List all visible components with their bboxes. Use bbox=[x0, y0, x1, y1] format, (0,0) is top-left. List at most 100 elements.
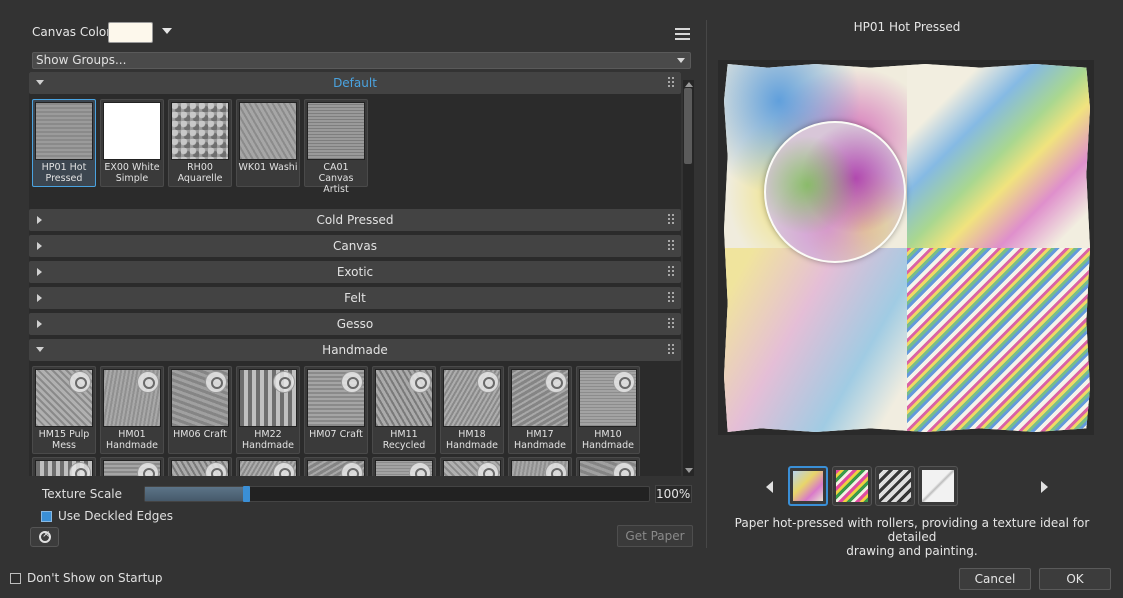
magnifier-lens[interactable] bbox=[764, 121, 906, 263]
drag-grip-icon[interactable] bbox=[668, 266, 676, 278]
sample-image bbox=[922, 470, 954, 502]
download-badge-icon bbox=[137, 371, 159, 393]
drag-grip-icon[interactable] bbox=[668, 214, 676, 226]
paper-caption: HM07 Craft bbox=[305, 429, 367, 440]
next-sample-icon[interactable] bbox=[1041, 481, 1048, 493]
paper-preview-image bbox=[724, 64, 1090, 432]
download-badge-icon bbox=[341, 371, 363, 393]
show-groups-dropdown[interactable]: Show Groups... bbox=[32, 52, 691, 69]
preview-quadrant-ink bbox=[907, 64, 1090, 248]
paper-thumb-handmade-next[interactable] bbox=[32, 457, 96, 476]
canvas-color-label: Canvas Color bbox=[32, 25, 112, 39]
paper-texture-image bbox=[35, 102, 93, 160]
paper-caption: HM15 Pulp Mess bbox=[33, 429, 95, 451]
paper-thumb-ex00[interactable]: EX00 White Simple bbox=[100, 99, 164, 187]
paper-thumb-handmade-next[interactable] bbox=[304, 457, 368, 476]
download-badge-icon bbox=[477, 371, 499, 393]
paper-thumb-handmade[interactable]: HM18Handmade ... bbox=[440, 366, 504, 462]
group-header-cold-pressed[interactable]: Cold Pressed bbox=[29, 209, 681, 231]
paper-thumb-handmade-next[interactable] bbox=[168, 457, 232, 476]
paper-thumb-handmade-next[interactable] bbox=[372, 457, 436, 476]
preview-quadrant-pastel bbox=[724, 248, 907, 432]
paper-thumb-handmade[interactable]: HM22 Handmade bbox=[236, 366, 300, 454]
paper-texture-image bbox=[307, 102, 365, 160]
canvas-color-swatch[interactable] bbox=[108, 22, 153, 43]
paper-thumb-handmade-next[interactable] bbox=[508, 457, 572, 476]
texture-scale-value[interactable]: 100% bbox=[655, 485, 692, 503]
group-label: Gesso bbox=[336, 317, 374, 331]
hamburger-menu-icon[interactable] bbox=[675, 28, 690, 40]
paper-name: HM22 bbox=[254, 429, 282, 440]
paper-thumb-handmade[interactable]: HM11 Recycled bbox=[372, 366, 436, 454]
paper-thumb-handmade-next[interactable] bbox=[440, 457, 504, 476]
drag-grip-icon[interactable] bbox=[668, 77, 676, 89]
paper-thumb-handmade-next[interactable] bbox=[100, 457, 164, 476]
drag-grip-icon[interactable] bbox=[668, 318, 676, 330]
paper-thumb-handmade[interactable]: HM06 Craft bbox=[168, 366, 232, 454]
paper-list: Default HP01 Hot Pressed EX00 White Simple… bbox=[29, 72, 681, 476]
group-header-gesso[interactable]: Gesso bbox=[29, 313, 681, 335]
group-header-exotic[interactable]: Exotic bbox=[29, 261, 681, 283]
group-header-felt[interactable]: Felt bbox=[29, 287, 681, 309]
paper-name: RH00 bbox=[187, 162, 213, 173]
paper-thumb-handmade[interactable]: HM17Handmade ... bbox=[508, 366, 572, 462]
sample-thumb-ink[interactable] bbox=[832, 466, 872, 506]
paper-thumb-ca01[interactable]: CA01 Canvas Artist bbox=[304, 99, 368, 195]
scrollbar-thumb[interactable] bbox=[684, 88, 692, 164]
sample-thumb-watercolor[interactable] bbox=[788, 466, 828, 506]
scroll-up-icon[interactable] bbox=[685, 82, 693, 87]
sample-thumb-blank[interactable] bbox=[918, 466, 958, 506]
paper-name: Simple bbox=[115, 173, 149, 184]
drag-grip-icon[interactable] bbox=[668, 344, 676, 356]
paper-name: Pressed bbox=[45, 173, 83, 184]
paper-name: CA01 Canvas bbox=[318, 162, 354, 184]
drag-grip-icon[interactable] bbox=[668, 240, 676, 252]
preview-quadrant-crayon bbox=[907, 248, 1090, 432]
paper-caption: HM06 Craft bbox=[169, 429, 231, 440]
sample-thumb-pencil[interactable] bbox=[875, 466, 915, 506]
paper-thumb-handmade[interactable]: HM10 Handmade bbox=[576, 366, 640, 454]
description-line: drawing and painting. bbox=[846, 544, 978, 558]
paper-name: HM17 bbox=[526, 429, 554, 440]
paper-thumb-handmade-next[interactable] bbox=[576, 457, 640, 476]
chevron-down-icon[interactable] bbox=[162, 28, 172, 34]
group-header-canvas[interactable]: Canvas bbox=[29, 235, 681, 257]
paper-name: HM15 Pulp bbox=[38, 429, 90, 440]
previous-sample-icon[interactable] bbox=[766, 481, 773, 493]
cancel-button[interactable]: Cancel bbox=[959, 568, 1031, 590]
paper-thumb-handmade[interactable]: HM15 Pulp Mess bbox=[32, 366, 96, 454]
scroll-down-icon[interactable] bbox=[685, 468, 693, 473]
paper-thumb-wk01[interactable]: WK01 Washi bbox=[236, 99, 300, 187]
paper-thumb-handmade[interactable]: HM07 Craft bbox=[304, 366, 368, 454]
paper-name: HM11 bbox=[390, 429, 418, 440]
dont-show-checkbox[interactable] bbox=[10, 573, 21, 584]
sample-image bbox=[879, 470, 911, 502]
group-label: Handmade bbox=[322, 343, 388, 357]
paper-thumb-hp01[interactable]: HP01 Hot Pressed bbox=[32, 99, 96, 187]
group-header-default[interactable]: Default bbox=[29, 72, 681, 94]
download-badge-icon bbox=[545, 371, 567, 393]
paper-name: Aquarelle bbox=[177, 173, 223, 184]
paper-caption: HM11 Recycled bbox=[373, 429, 435, 451]
paper-thumb-rh00[interactable]: RH00 Aquarelle bbox=[168, 99, 232, 187]
deckled-edges-label: Use Deckled Edges bbox=[58, 509, 174, 523]
texture-scale-handle[interactable] bbox=[243, 486, 250, 502]
paper-caption: HM22 Handmade bbox=[237, 429, 299, 451]
chevron-down-icon bbox=[677, 58, 685, 63]
group-header-handmade[interactable]: Handmade bbox=[29, 339, 681, 361]
paper-name: Handmade bbox=[582, 440, 634, 451]
download-badge-icon bbox=[273, 371, 295, 393]
paper-description: Paper hot-pressed with rollers, providin… bbox=[712, 516, 1112, 558]
ok-button[interactable]: OK bbox=[1039, 568, 1111, 590]
download-badge-icon bbox=[205, 371, 227, 393]
reset-button[interactable] bbox=[30, 527, 59, 547]
deckled-edges-checkbox[interactable] bbox=[41, 511, 52, 522]
drag-grip-icon[interactable] bbox=[668, 292, 676, 304]
texture-scale-label: Texture Scale bbox=[42, 487, 123, 501]
get-paper-button[interactable]: Get Paper bbox=[617, 525, 693, 547]
description-line: Paper hot-pressed with rollers, providin… bbox=[734, 516, 1090, 544]
paper-name: WK01 Washi bbox=[238, 162, 298, 173]
sample-image bbox=[793, 471, 823, 501]
paper-thumb-handmade[interactable]: HM01 Handmade bbox=[100, 366, 164, 454]
paper-thumb-handmade-next[interactable] bbox=[236, 457, 300, 476]
